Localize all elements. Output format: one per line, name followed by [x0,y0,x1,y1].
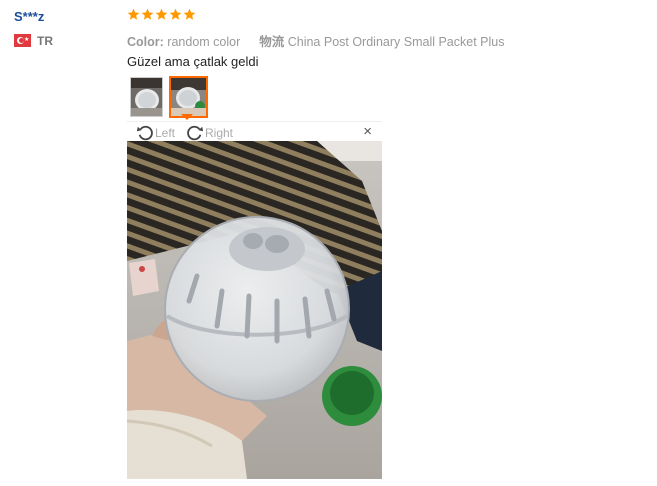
rotate-right-icon [187,125,204,141]
order-attributes: Color: random color 物流 China Post Ordina… [127,31,504,50]
review-photo-thumbnail-selected[interactable] [169,76,208,118]
star-rating [127,8,196,21]
image-viewer-toolbar: Left Right × [127,121,382,143]
color-label: Color: [127,35,164,49]
rotate-left-icon [136,125,153,141]
rotate-left-button[interactable]: Left [136,124,175,142]
shipping-label: 物流 [259,35,285,49]
selected-thumbnail-pointer [181,114,193,120]
star-icon [183,8,196,20]
star-icon [169,8,182,20]
shipping-value: China Post Ordinary Small Packet Plus [287,35,505,49]
hamster-ball-thumbnail-image [171,78,206,116]
reviewer-country: TR [37,34,53,48]
reviewer-name: S***z [14,9,45,24]
star-icon [155,8,168,20]
rotate-right-button[interactable]: Right [186,124,233,142]
turkey-flag-icon: ★ [14,34,31,47]
star-icon [127,8,140,20]
rotate-left-label: Left [155,126,176,140]
hamster-ball-thumbnail-image [131,78,162,116]
hamster-ball-photo [127,141,382,479]
enlarged-review-photo [127,141,382,479]
close-viewer-button[interactable]: × [363,123,372,140]
color-value: random color [167,35,241,49]
review-photo-thumbnail[interactable] [130,77,163,117]
review-text: Güzel ama çatlak geldi [127,54,259,69]
rotate-right-label: Right [205,126,234,140]
star-icon [141,8,154,20]
